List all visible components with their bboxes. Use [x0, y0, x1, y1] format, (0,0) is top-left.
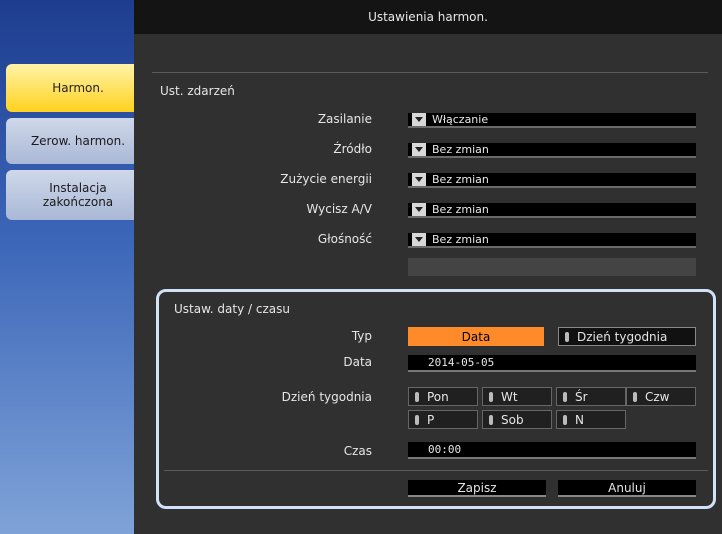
- source-value: Bez zmian: [432, 143, 489, 156]
- time-label: Czas: [343, 444, 372, 458]
- volume-value: Bez zmian: [432, 233, 489, 246]
- volume-label: Głośność: [317, 232, 372, 246]
- weekday-n-label: N: [575, 412, 584, 427]
- settings-window: Ustawienia harmon. Ust. zdarzeń Zasilani…: [134, 0, 722, 534]
- av-mute-dropdown[interactable]: Bez zmian: [408, 203, 696, 218]
- weekday-n[interactable]: N: [556, 410, 626, 429]
- time-field[interactable]: 00:00: [408, 442, 696, 459]
- type-label: Typ: [351, 329, 372, 343]
- indicator-icon: [565, 331, 569, 342]
- source-dropdown[interactable]: Bez zmian: [408, 143, 696, 158]
- window-title: Ustawienia harmon.: [134, 0, 722, 34]
- weekday-sob-label: Sob: [501, 412, 524, 427]
- type-option-weekday-label: Dzień tygodnia: [577, 329, 668, 344]
- weekday-wt-label: Wt: [501, 389, 518, 404]
- av-mute-value: Bez zmian: [432, 203, 489, 216]
- indicator-icon: [633, 391, 637, 402]
- sidebar: Harmon. Zerow. harmon. Instalacja zakońc…: [0, 0, 150, 534]
- chevron-down-icon: [412, 113, 426, 126]
- sidebar-item-zerow-harmon[interactable]: Zerow. harmon.: [6, 118, 150, 164]
- sidebar-item-instalacja[interactable]: Instalacja zakończona: [6, 170, 150, 220]
- indicator-icon: [489, 391, 493, 402]
- source-label: Źródło: [333, 142, 372, 156]
- indicator-icon: [415, 414, 419, 425]
- chevron-down-icon: [412, 203, 426, 216]
- weekday-sr-label: Śr: [575, 389, 588, 404]
- weekday-sr[interactable]: Śr: [556, 387, 626, 406]
- chevron-down-icon: [412, 233, 426, 246]
- power-consumption-value: Bez zmian: [432, 173, 489, 186]
- cancel-button[interactable]: Anuluj: [558, 480, 696, 497]
- weekday-label: Dzień tygodnia: [281, 390, 372, 404]
- power-consumption-label: Zużycie energii: [280, 172, 372, 186]
- sidebar-item-label: Instalacja zakończona: [42, 181, 114, 209]
- save-button[interactable]: Zapisz: [408, 480, 546, 497]
- datetime-section-title: Ustaw. daty / czasu: [174, 302, 290, 316]
- date-label: Data: [343, 355, 372, 369]
- volume-dropdown[interactable]: Bez zmian: [408, 233, 696, 248]
- divider: [164, 470, 708, 471]
- weekday-p-label: P: [427, 412, 435, 427]
- weekday-sob[interactable]: Sob: [482, 410, 552, 429]
- volume-level-field[interactable]: [408, 258, 696, 276]
- sidebar-item-label: Zerow. harmon.: [30, 134, 126, 148]
- events-section-title: Ust. zdarzeń: [160, 84, 235, 98]
- power-dropdown[interactable]: Włączanie: [408, 113, 696, 128]
- weekday-wt[interactable]: Wt: [482, 387, 552, 406]
- power-consumption-dropdown[interactable]: Bez zmian: [408, 173, 696, 188]
- indicator-icon: [563, 414, 567, 425]
- chevron-down-icon: [412, 143, 426, 156]
- date-field[interactable]: 2014-05-05: [408, 355, 696, 372]
- weekday-pon[interactable]: Pon: [408, 387, 478, 406]
- weekday-pon-label: Pon: [427, 389, 449, 404]
- power-value: Włączanie: [432, 113, 489, 126]
- type-option-date-label: Data: [461, 329, 491, 344]
- sidebar-item-label: Harmon.: [52, 81, 104, 95]
- weekday-p[interactable]: P: [408, 410, 478, 429]
- av-mute-label: Wycisz A/V: [306, 202, 372, 216]
- power-label: Zasilanie: [317, 112, 372, 126]
- chevron-down-icon: [412, 173, 426, 186]
- type-option-date[interactable]: Data: [408, 327, 544, 346]
- weekday-czw-label: Czw: [645, 389, 670, 404]
- indicator-icon: [489, 414, 493, 425]
- type-option-weekday[interactable]: Dzień tygodnia: [558, 327, 696, 346]
- weekday-czw[interactable]: Czw: [626, 387, 696, 406]
- indicator-icon: [563, 391, 567, 402]
- divider: [152, 72, 708, 73]
- indicator-icon: [415, 391, 419, 402]
- sidebar-item-harmon[interactable]: Harmon.: [6, 64, 150, 112]
